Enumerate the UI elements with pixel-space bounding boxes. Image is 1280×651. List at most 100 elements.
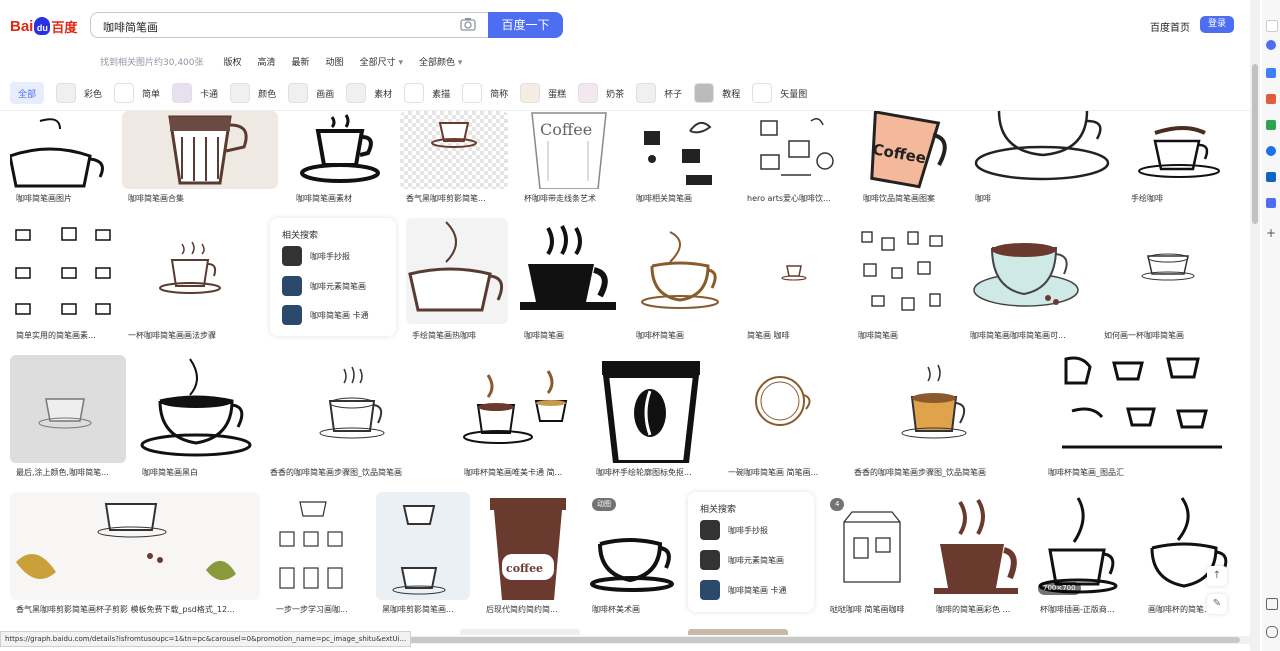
image-card[interactable]: 咖啡杯手绘轮廓图标免抠... (590, 355, 712, 481)
image-card[interactable]: Coffee 杯咖啡带走线条艺术 (518, 111, 620, 207)
size-dropdown[interactable]: 全部尺寸 (360, 55, 403, 68)
image-card[interactable]: 最后,涂上颜色,咖啡简笔... (10, 355, 126, 481)
image-card[interactable]: 咖啡相关简笔画 (630, 111, 730, 207)
related-item[interactable]: 咖啡简笔画 卡通 (700, 580, 787, 600)
feedback-edit-icon[interactable]: ✎ (1207, 594, 1227, 614)
image-card[interactable]: 700×700 杯咖啡插画-正版商... (1034, 492, 1132, 618)
image-card[interactable]: 香香的咖啡简笔画步骤图_饮品简笔画 (264, 355, 448, 481)
image-card[interactable]: Coffee 咖啡饮品简笔画图案 (857, 111, 959, 207)
image-card[interactable]: 咖啡简笔画图片 (10, 111, 114, 207)
tag-cup[interactable]: 杯子 (636, 82, 682, 104)
image-card[interactable]: 咖啡杯简笔画唯美卡通 简... (458, 355, 580, 481)
image-card[interactable]: 咖啡简笔画黑白 (136, 355, 254, 481)
send-icon[interactable] (1266, 198, 1276, 208)
image-caption: 香气黑咖啡剪影简笔... (406, 194, 486, 203)
related-item[interactable]: 咖啡元素简笔画 (282, 276, 366, 296)
app-icon[interactable] (1266, 146, 1276, 156)
filter-hd[interactable]: 高清 (258, 55, 276, 68)
filter-animated[interactable]: 动图 (326, 55, 344, 68)
tag-thumb (752, 83, 773, 103)
image-card[interactable]: 一步一步学习画咖... (270, 492, 366, 618)
related-item[interactable]: 咖啡手抄报 (700, 520, 768, 540)
image-card[interactable]: 咖啡简笔画 (518, 218, 620, 344)
briefcase-icon[interactable] (1266, 94, 1276, 104)
baidu-logo[interactable]: Bai du 百度 (10, 14, 82, 38)
coffee-cup-image: Coffee (518, 111, 620, 189)
related-label: 咖啡元素简笔画 (310, 281, 366, 291)
image-card[interactable]: 咖啡杯简笔画 (630, 218, 730, 344)
tag-simple[interactable]: 简单 (114, 82, 160, 104)
image-caption: 咖啡杯简笔画 (636, 331, 684, 340)
related-item[interactable]: 咖啡简笔画 卡通 (282, 305, 369, 325)
login-button[interactable]: 登录 (1200, 16, 1234, 33)
home-link[interactable]: 百度首页 (1150, 19, 1190, 34)
image-card[interactable]: 咖啡的简笔画彩色 ... (930, 492, 1024, 618)
tag-color[interactable]: 彩色 (56, 82, 102, 104)
tag-drawing[interactable]: 画画 (288, 82, 334, 104)
image-card[interactable]: 一碗咖啡简笔画 简笔画... (722, 355, 838, 481)
tag-vector[interactable]: 矢量图 (752, 82, 807, 104)
image-card[interactable]: 咖啡简笔画素材 (290, 111, 390, 207)
related-item[interactable]: 咖啡元素简笔画 (700, 550, 784, 570)
tag-milktea[interactable]: 奶茶 (578, 82, 624, 104)
scrollbar-thumb[interactable] (1252, 64, 1258, 224)
add-icon[interactable]: + (1266, 227, 1276, 239)
tag-abbr[interactable]: 简称 (462, 82, 508, 104)
image-caption: 手绘咖啡 (1131, 194, 1163, 203)
filter-copyright[interactable]: 版权 (224, 55, 242, 68)
coffee-cup-image (852, 218, 954, 324)
image-card[interactable]: 简笔画 咖啡 (741, 218, 841, 344)
tag-colorful[interactable]: 颜色 (230, 82, 276, 104)
search-button[interactable]: 百度一下 (488, 12, 563, 38)
coffee-cup-image (969, 111, 1115, 189)
tag-sketch[interactable]: 素描 (404, 82, 450, 104)
tag-all[interactable]: 全部 (10, 82, 45, 104)
image-card[interactable]: hero arts爱心咖啡饮... (741, 111, 847, 207)
vertical-scrollbar[interactable] (1250, 0, 1260, 651)
image-card[interactable]: 香香的咖啡简笔画步骤图_饮品简笔画 (848, 355, 1032, 481)
image-card[interactable]: 动图 咖啡杯美术画 (586, 492, 678, 618)
tag-material[interactable]: 素材 (346, 82, 392, 104)
image-card[interactable]: 咖啡简笔画合集 (122, 111, 278, 207)
image-caption: 咖啡简笔画素材 (296, 194, 352, 203)
tag-tutorial[interactable]: 教程 (694, 82, 740, 104)
image-card[interactable]: 手绘简笔画热咖啡 (406, 218, 508, 344)
image-card[interactable]: 咖啡 (969, 111, 1115, 207)
outlook-icon[interactable] (1266, 172, 1276, 182)
image-card[interactable]: 如何画一杯咖啡简笔画 (1098, 218, 1238, 344)
gear-icon[interactable] (1266, 626, 1278, 638)
tag-icon[interactable] (1266, 68, 1276, 78)
image-caption: 如何画一杯咖啡简笔画 (1104, 331, 1184, 340)
related-search-panel: 相关搜索 咖啡手抄报 咖啡元素简笔画 咖啡简笔画 卡通 (688, 492, 814, 612)
screen-icon[interactable] (1266, 598, 1278, 610)
back-to-top-icon[interactable]: ↑ (1207, 566, 1227, 586)
image-card[interactable]: 简单实用的简笔画素... (10, 218, 114, 344)
coffee-cup-image (10, 355, 126, 463)
image-card[interactable]: coffee 后现代简约简约简... (480, 492, 576, 618)
color-dropdown[interactable]: 全部颜色 (419, 55, 462, 68)
image-card[interactable]: 咖啡简笔画咖啡简笔画可... (964, 218, 1088, 344)
image-card[interactable]: 一杯咖啡简笔画画法步骤 (122, 218, 260, 344)
tag-label: 教程 (722, 89, 741, 100)
image-card[interactable]: 4 哒哒咖啡 简笔画咖啡 (824, 492, 920, 618)
image-caption: 咖啡简笔画合集 (128, 194, 184, 203)
image-card[interactable]: 咖啡简笔画 (852, 218, 954, 344)
image-card[interactable]: 香气黑咖啡剪影简笔画杯子剪影 模板免费下载_psd格式_12... (10, 492, 260, 618)
tag-cartoon[interactable]: 卡通 (172, 82, 218, 104)
extension-icon[interactable] (1266, 120, 1276, 130)
image-card[interactable]: 咖啡杯简笔画_图品汇 (1042, 355, 1238, 481)
related-thumb (700, 520, 720, 540)
image-card[interactable]: 黑咖啡剪影简笔画... (376, 492, 470, 618)
camera-icon[interactable] (460, 17, 476, 31)
tag-thumb (520, 83, 541, 103)
image-card[interactable]: 手绘咖啡 (1125, 111, 1238, 207)
filter-latest[interactable]: 最新 (292, 55, 310, 68)
image-card[interactable]: 香气黑咖啡剪影简笔... (400, 111, 508, 207)
close-icon[interactable] (1266, 20, 1278, 32)
tag-label: 画画 (316, 89, 335, 100)
coffee-cup-image: coffee (480, 492, 576, 600)
related-item[interactable]: 咖啡手抄报 (282, 246, 350, 266)
tag-cake[interactable]: 蛋糕 (520, 82, 566, 104)
search-icon[interactable] (1266, 40, 1276, 50)
search-input[interactable] (101, 18, 445, 36)
